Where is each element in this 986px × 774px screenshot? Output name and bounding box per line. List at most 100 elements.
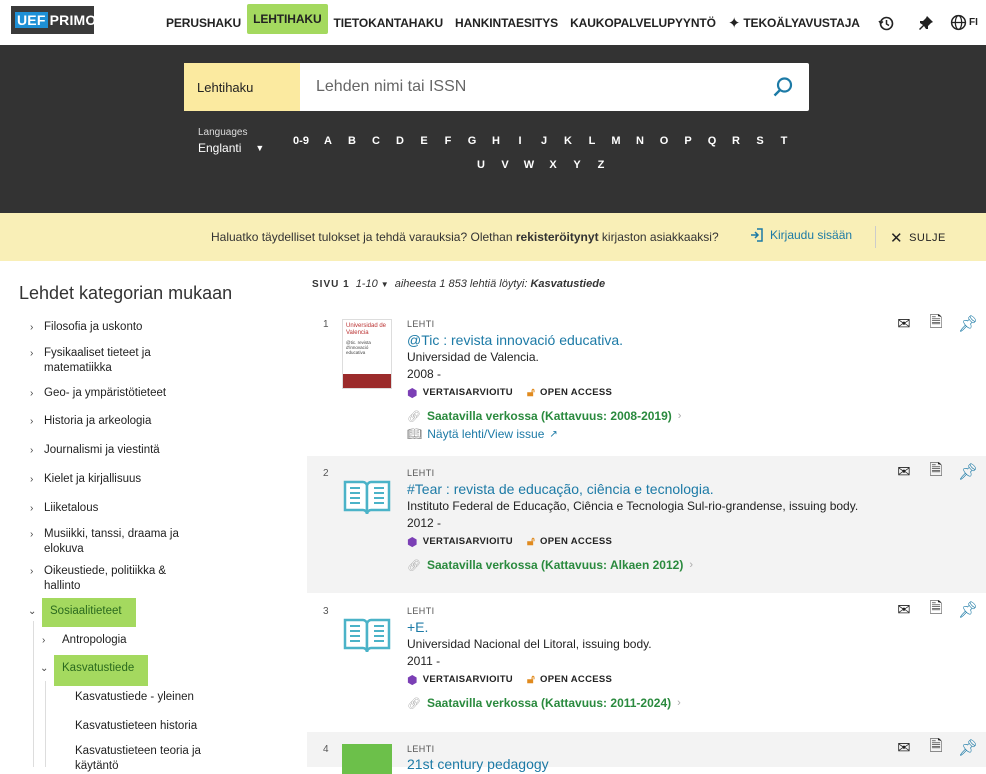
- results-summary: aiheesta 1 853 lehtiä löytyi: Kasvatusti…: [394, 278, 606, 290]
- chevron-right-icon: ›: [30, 445, 34, 456]
- alphabet-letter[interactable]: L: [580, 133, 604, 157]
- citation-icon[interactable]: 🗎︎: [928, 738, 944, 756]
- citation-icon[interactable]: 🗎︎: [928, 314, 944, 332]
- languages-value: Englanti: [198, 141, 242, 155]
- view-issue-link[interactable]: 📖︎ Näytä lehti/View issue ↗: [407, 427, 558, 441]
- search-scope[interactable]: Lehtihaku: [184, 63, 300, 111]
- category-liiketalous[interactable]: › Liiketalous: [30, 501, 98, 516]
- result-publisher: Instituto Federal de Educação, Ciência e…: [407, 499, 859, 513]
- availability-link[interactable]: 🔗︎ Saatavilla verkossa (Kattavuus: 2008-2…: [407, 409, 681, 423]
- alphabet-letter[interactable]: R: [724, 133, 748, 157]
- alphabet-letter[interactable]: G: [460, 133, 484, 157]
- alphabet-letter[interactable]: U: [469, 157, 493, 181]
- alphabet-letter[interactable]: I: [508, 133, 532, 157]
- subsubcategory-yleinen[interactable]: Kasvatustiede - yleinen: [75, 690, 194, 705]
- result-publisher: Universidad de Valencia.: [407, 350, 539, 364]
- chevron-right-icon: ›: [30, 503, 34, 514]
- range-select[interactable]: 1-10 ▼: [356, 278, 389, 290]
- alphabet-letter[interactable]: T: [772, 133, 796, 157]
- pin-icon[interactable]: 📌︎: [958, 316, 978, 333]
- result-title[interactable]: 21st century pedagogy: [407, 756, 549, 772]
- alphabet-letter[interactable]: B: [340, 133, 364, 157]
- category-historia[interactable]: › Historia ja arkeologia: [30, 414, 151, 429]
- alphabet-letter[interactable]: C: [364, 133, 388, 157]
- result-item: 4 LEHTI 21st century pedagogy ✉ 🗎︎ 📌︎: [307, 732, 986, 774]
- alphabet-letter[interactable]: Q: [700, 133, 724, 157]
- close-notice-button[interactable]: ✕ SULJE: [890, 229, 946, 247]
- alphabet-letter[interactable]: W: [517, 157, 541, 181]
- alphabet-letter[interactable]: X: [541, 157, 565, 181]
- result-title[interactable]: #Tear : revista de educação, ciência e t…: [407, 481, 714, 497]
- languages-select[interactable]: Languages Englanti ▼: [198, 127, 264, 155]
- journal-cover[interactable]: [342, 476, 392, 516]
- category-musiikki[interactable]: › Musiikki, tanssi, draama ja elokuva: [30, 527, 194, 557]
- search-button[interactable]: [757, 63, 809, 111]
- pin-icon[interactable]: 📌︎: [958, 602, 978, 619]
- alphabet-letter[interactable]: N: [628, 133, 652, 157]
- citation-icon[interactable]: 🗎︎: [928, 462, 944, 480]
- email-icon[interactable]: ✉: [896, 602, 912, 619]
- result-title[interactable]: @Tic : revista innovació educativa.: [407, 332, 623, 348]
- alphabet-letter[interactable]: J: [532, 133, 556, 157]
- journal-cover[interactable]: Universidad de Valencia @tic. revista d'…: [342, 319, 392, 389]
- nav-lehtihaku[interactable]: LEHTIHAKU: [247, 3, 328, 34]
- alphabet-letter[interactable]: P: [676, 133, 700, 157]
- email-icon[interactable]: ✉: [896, 316, 912, 333]
- availability-link[interactable]: 🔗︎ Saatavilla verkossa (Kattavuus: 2011-2…: [407, 696, 681, 710]
- result-type: LEHTI: [407, 606, 435, 616]
- nav-kaukopalvelupyynto[interactable]: KAUKOPALVELUPYYNTÖ: [564, 8, 722, 38]
- search-box: Lehtihaku: [184, 63, 809, 111]
- pin-icon[interactable]: [906, 3, 946, 43]
- nav-tekoalyavustaja[interactable]: ✦ TEKOÄLYAVUSTAJA: [722, 8, 866, 38]
- alphabet-letter[interactable]: Z: [589, 157, 613, 181]
- alphabet-letter[interactable]: D: [388, 133, 412, 157]
- journal-cover[interactable]: [342, 614, 392, 654]
- category-sosiaalitieteet[interactable]: ⌄ Sosiaalitieteet: [28, 598, 136, 627]
- login-link[interactable]: Kirjaudu sisään: [750, 228, 852, 242]
- sparkle-icon: ✦: [727, 14, 741, 32]
- language-button[interactable]: FI: [946, 3, 986, 43]
- journal-cover[interactable]: [342, 744, 392, 774]
- primo-logo[interactable]: UEF PRIMO: [11, 6, 96, 34]
- alphabet-letter[interactable]: M: [604, 133, 628, 157]
- chevron-down-icon: ▼: [380, 280, 389, 289]
- alphabet-letter[interactable]: A: [316, 133, 340, 157]
- sidebar-title: Lehdet kategorian mukaan: [19, 283, 233, 303]
- subsubcategory-teoria[interactable]: Kasvatustieteen teoria ja käytäntö: [75, 744, 235, 774]
- peer-reviewed-icon: ⬢: [407, 534, 418, 549]
- alphabet-letter[interactable]: F: [436, 133, 460, 157]
- pin-icon[interactable]: 📌︎: [958, 740, 978, 757]
- category-kielet[interactable]: › Kielet ja kirjallisuus: [30, 472, 141, 487]
- alphabet-letter[interactable]: 0-9: [286, 133, 316, 157]
- category-journalismi[interactable]: › Journalismi ja viestintä: [30, 443, 160, 458]
- category-filosofia[interactable]: › Filosofia ja uskonto: [30, 320, 142, 335]
- alphabet-letter[interactable]: Y: [565, 157, 589, 181]
- alphabet-letter[interactable]: V: [493, 157, 517, 181]
- category-fysikaaliset[interactable]: › Fysikaaliset tieteet ja matematiikka: [30, 346, 200, 376]
- subcategory-kasvatustiede[interactable]: ⌄ Kasvatustiede: [40, 655, 149, 686]
- result-year: 2011 -: [407, 654, 441, 668]
- nav-tietokantahaku[interactable]: TIETOKANTAHAKU: [328, 8, 449, 38]
- citation-icon[interactable]: 🗎︎: [928, 600, 944, 618]
- email-icon[interactable]: ✉: [896, 464, 912, 481]
- pin-icon[interactable]: 📌︎: [958, 464, 978, 481]
- result-year: 2012 -: [407, 516, 442, 530]
- nav-hankintaesitys[interactable]: HANKINTAESITYS: [449, 8, 564, 38]
- search-input[interactable]: [300, 63, 757, 111]
- alphabet-letter[interactable]: S: [748, 133, 772, 157]
- chevron-right-icon: ›: [689, 559, 693, 571]
- category-geo[interactable]: › Geo- ja ympäristötieteet: [30, 386, 166, 401]
- alphabet-letter[interactable]: K: [556, 133, 580, 157]
- result-title[interactable]: +E.: [407, 619, 428, 635]
- alphabet-letter[interactable]: E: [412, 133, 436, 157]
- availability-link[interactable]: 🔗︎ Saatavilla verkossa (Kattavuus: Alkaen…: [407, 558, 693, 572]
- subsubcategory-historia[interactable]: Kasvatustieteen historia: [75, 719, 197, 734]
- alphabet-letter[interactable]: O: [652, 133, 676, 157]
- subcategory-antropologia[interactable]: › Antropologia: [42, 633, 127, 648]
- result-actions: ✉ 🗎︎ 📌︎: [896, 314, 978, 334]
- email-icon[interactable]: ✉: [896, 740, 912, 757]
- history-icon[interactable]: [866, 3, 906, 43]
- alphabet-letter[interactable]: H: [484, 133, 508, 157]
- category-oikeustiede[interactable]: › Oikeustiede, politiikka & hallinto: [30, 564, 184, 594]
- nav-perushaku[interactable]: PERUSHAKU: [160, 8, 247, 38]
